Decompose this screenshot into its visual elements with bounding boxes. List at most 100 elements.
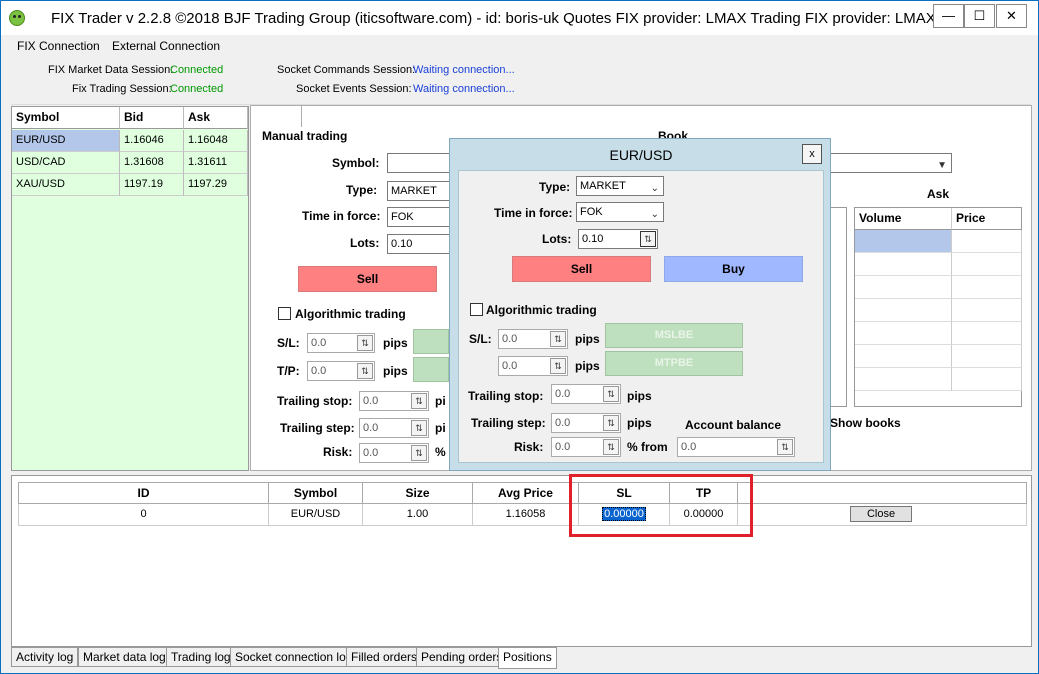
show-books-label[interactable]: Show books bbox=[830, 416, 901, 430]
quote-row[interactable]: USD/CAD 1.31608 1.31611 bbox=[12, 152, 248, 174]
trailing-stop-input[interactable]: 0.0 ⇅ bbox=[359, 391, 429, 411]
spinner-icon[interactable]: ⇅ bbox=[550, 358, 566, 374]
tab-market-data-log[interactable]: Market data log bbox=[78, 647, 171, 667]
quote-row[interactable]: XAU/USD 1197.19 1197.29 bbox=[12, 174, 248, 196]
menu-external-connection[interactable]: External Connection bbox=[112, 39, 220, 53]
quote-bid[interactable]: 1.16046 bbox=[120, 130, 184, 152]
lots-input[interactable]: 0.10 bbox=[387, 234, 451, 254]
socket-events-session-label: Socket Events Session: bbox=[296, 83, 412, 95]
book-row[interactable] bbox=[952, 299, 1022, 322]
book-row[interactable] bbox=[952, 253, 1022, 276]
tab-filled-orders[interactable]: Filled orders bbox=[346, 647, 423, 667]
positions-header-avg-price[interactable]: Avg Price bbox=[473, 482, 579, 504]
dialog-type-combo[interactable]: MARKET ⌄ bbox=[576, 176, 664, 196]
spinner-icon[interactable]: ⇅ bbox=[550, 331, 566, 347]
dialog-tp-input[interactable]: 0.0 ⇅ bbox=[498, 356, 568, 376]
book-row[interactable] bbox=[952, 276, 1022, 299]
ask-volume-header[interactable]: Volume bbox=[855, 208, 952, 230]
tp-input[interactable]: 0.0 ⇅ bbox=[307, 361, 375, 381]
ask-price-header[interactable]: Price bbox=[952, 208, 1022, 230]
mtpbe-button[interactable] bbox=[413, 357, 449, 382]
tab-activity-log[interactable]: Activity log bbox=[11, 647, 79, 667]
book-row[interactable] bbox=[855, 368, 952, 391]
time-in-force-combo[interactable]: FOK bbox=[387, 207, 451, 227]
sell-button[interactable]: Sell bbox=[298, 266, 437, 292]
dialog-algorithmic-trading-checkbox[interactable] bbox=[470, 303, 483, 316]
book-row[interactable] bbox=[855, 253, 952, 276]
dialog-sl-input[interactable]: 0.0 ⇅ bbox=[498, 329, 568, 349]
tab-positions[interactable]: Positions bbox=[498, 647, 557, 669]
book-row[interactable] bbox=[952, 322, 1022, 345]
book-row[interactable] bbox=[855, 230, 952, 253]
spinner-icon[interactable]: ⇅ bbox=[411, 393, 427, 409]
spinner-icon[interactable]: ⇅ bbox=[777, 439, 793, 455]
quote-symbol[interactable]: EUR/USD bbox=[12, 130, 120, 152]
book-row[interactable] bbox=[855, 276, 952, 299]
spinner-icon[interactable]: ⇅ bbox=[411, 445, 427, 461]
spinner-icon[interactable]: ⇅ bbox=[411, 420, 427, 436]
chevron-down-icon[interactable]: ⌄ bbox=[651, 206, 659, 224]
maximize-button[interactable]: ☐ bbox=[964, 4, 995, 28]
quote-ask[interactable]: 1.16048 bbox=[184, 130, 248, 152]
position-avg-price[interactable]: 1.16058 bbox=[473, 504, 579, 526]
book-row[interactable] bbox=[855, 322, 952, 345]
dialog-balance-input[interactable]: 0.0 ⇅ bbox=[677, 437, 795, 457]
chevron-down-icon[interactable]: ⌄ bbox=[651, 180, 659, 198]
dialog-risk-input[interactable]: 0.0 ⇅ bbox=[551, 437, 621, 457]
ask-book-grid[interactable]: Volume Price bbox=[854, 207, 1022, 407]
quote-symbol[interactable]: XAU/USD bbox=[12, 174, 120, 196]
quotes-header-symbol[interactable]: Symbol bbox=[12, 107, 120, 129]
spinner-icon[interactable]: ⇅ bbox=[357, 363, 373, 379]
risk-input[interactable]: 0.0 ⇅ bbox=[359, 443, 429, 463]
tab-trading-log[interactable]: Trading log bbox=[166, 647, 236, 667]
positions-header-size[interactable]: Size bbox=[363, 482, 473, 504]
book-symbol-combo[interactable]: ▼ bbox=[819, 153, 952, 173]
symbol-combo[interactable] bbox=[387, 153, 451, 173]
spinner-icon[interactable]: ⇅ bbox=[603, 415, 619, 431]
minimize-button[interactable]: — bbox=[933, 4, 964, 28]
spinner-icon[interactable]: ⇅ bbox=[357, 335, 373, 351]
dialog-close-button[interactable]: x bbox=[802, 144, 822, 164]
book-row[interactable] bbox=[855, 299, 952, 322]
dialog-trailing-step-input[interactable]: 0.0 ⇅ bbox=[551, 413, 621, 433]
spinner-icon[interactable]: ⇅ bbox=[603, 439, 619, 455]
close-position-button[interactable]: Close bbox=[850, 506, 912, 522]
spinner-icon[interactable]: ⇅ bbox=[603, 386, 619, 402]
position-symbol[interactable]: EUR/USD bbox=[269, 504, 363, 526]
dialog-sell-button[interactable]: Sell bbox=[512, 256, 651, 282]
dialog-lots-input[interactable]: 0.10 ⇅ bbox=[578, 229, 658, 249]
quotes-header-bid[interactable]: Bid bbox=[120, 107, 184, 129]
dialog-tif-combo[interactable]: FOK ⌄ bbox=[576, 202, 664, 222]
book-row[interactable] bbox=[855, 345, 952, 368]
position-id[interactable]: 0 bbox=[18, 504, 269, 526]
chevron-down-icon[interactable]: ▼ bbox=[937, 157, 947, 175]
menu-fix-connection[interactable]: FIX Connection bbox=[17, 39, 100, 53]
tab-pending-orders[interactable]: Pending orders bbox=[416, 647, 508, 667]
quote-bid[interactable]: 1.31608 bbox=[120, 152, 184, 174]
book-row[interactable] bbox=[952, 345, 1022, 368]
book-row[interactable] bbox=[952, 230, 1022, 253]
sl-input[interactable]: 0.0 ⇅ bbox=[307, 333, 375, 353]
type-combo[interactable]: MARKET bbox=[387, 181, 451, 201]
close-window-button[interactable]: ✕ bbox=[996, 4, 1027, 28]
quote-symbol[interactable]: USD/CAD bbox=[12, 152, 120, 174]
position-size[interactable]: 1.00 bbox=[363, 504, 473, 526]
tab-socket-connection-log[interactable]: Socket connection log bbox=[230, 647, 358, 667]
dialog-buy-button[interactable]: Buy bbox=[664, 256, 803, 282]
dialog-mtpbe-button[interactable]: MTPBE bbox=[605, 351, 743, 376]
trailing-step-input[interactable]: 0.0 ⇅ bbox=[359, 418, 429, 438]
positions-header-id[interactable]: ID bbox=[18, 482, 269, 504]
book-row[interactable] bbox=[952, 368, 1022, 391]
tab-manual-trading[interactable] bbox=[250, 105, 302, 127]
mslbe-button[interactable] bbox=[413, 329, 449, 354]
spinner-icon[interactable]: ⇅ bbox=[640, 231, 656, 247]
quote-ask[interactable]: 1.31611 bbox=[184, 152, 248, 174]
quote-ask[interactable]: 1197.29 bbox=[184, 174, 248, 196]
quotes-header-ask[interactable]: Ask bbox=[184, 107, 248, 129]
dialog-trailing-stop-input[interactable]: 0.0 ⇅ bbox=[551, 384, 621, 404]
dialog-mslbe-button[interactable]: MSLBE bbox=[605, 323, 743, 348]
positions-header-symbol[interactable]: Symbol bbox=[269, 482, 363, 504]
algorithmic-trading-checkbox[interactable] bbox=[278, 307, 291, 320]
quote-row[interactable]: EUR/USD 1.16046 1.16048 bbox=[12, 130, 248, 152]
quote-bid[interactable]: 1197.19 bbox=[120, 174, 184, 196]
